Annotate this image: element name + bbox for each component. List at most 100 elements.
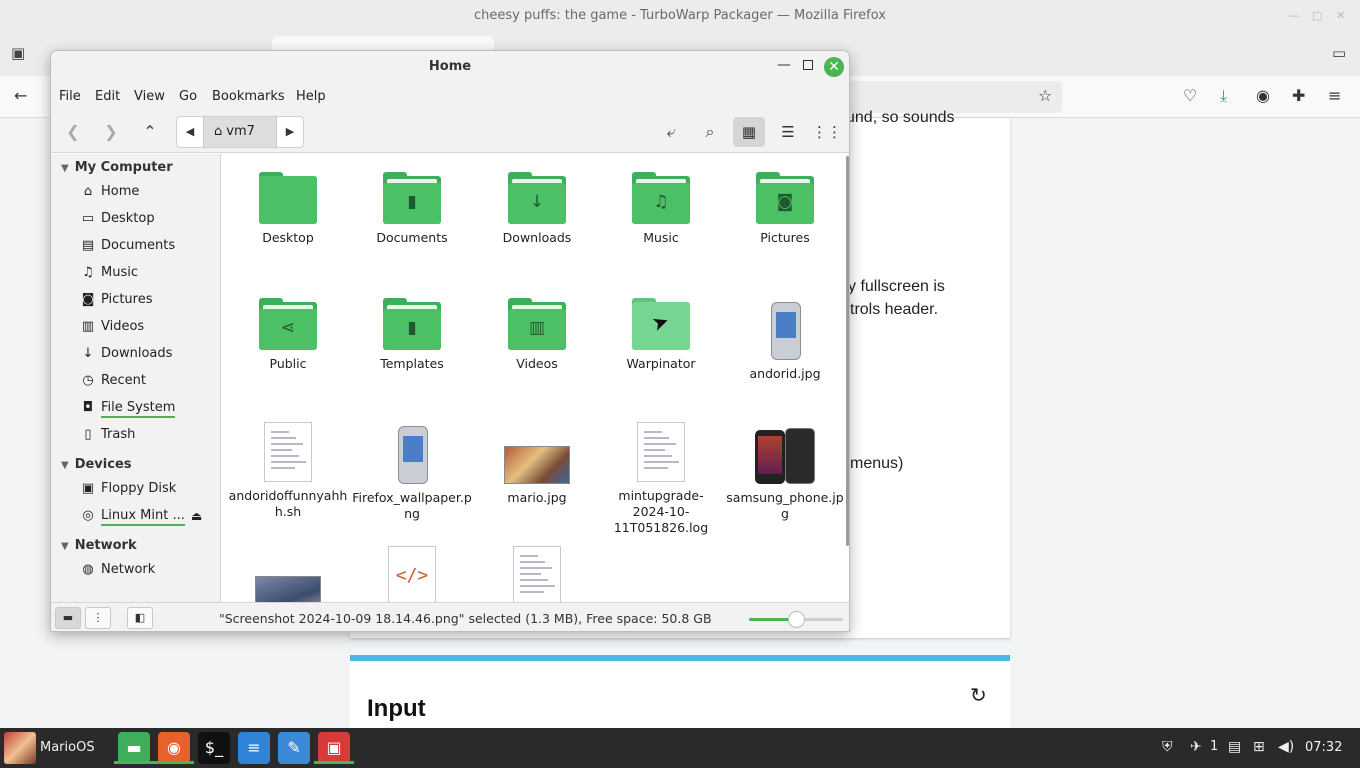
sidebar-section-header[interactable]: ▼ Network: [61, 538, 137, 553]
compact-view-button[interactable]: ⋮⋮: [811, 117, 843, 147]
file-item[interactable]: mintupgrade-2024-10-11T051826.log: [601, 422, 721, 536]
menu-file[interactable]: File: [59, 89, 81, 104]
list-view-button[interactable]: ☰: [772, 117, 804, 147]
file-item[interactable]: ◙ Pictures: [725, 172, 845, 246]
trash-icon: ▯: [84, 427, 92, 442]
sidebar-item[interactable]: ◙ Pictures: [79, 288, 219, 312]
up-button[interactable]: ⌃: [137, 120, 163, 144]
toggle-location-entry-button[interactable]: ⤶: [658, 120, 684, 144]
eject-icon[interactable]: ⏏: [191, 509, 202, 523]
file-item[interactable]: samsung_phone.jpg: [725, 422, 845, 522]
file-item[interactable]: andoridoffunnyahhh.sh: [228, 422, 348, 520]
menu-go[interactable]: Go: [179, 89, 197, 104]
sidebar-item[interactable]: ◷ Recent: [79, 369, 219, 393]
taskbar-drawing-icon[interactable]: ✎: [278, 732, 310, 764]
menu-edit[interactable]: Edit: [95, 89, 120, 104]
sidebar-item-label: Trash: [101, 427, 136, 442]
file-item[interactable]: [228, 546, 348, 602]
sidebar-item-label: Recent: [101, 373, 146, 388]
file-label: Documents: [376, 230, 448, 245]
sidebar-item[interactable]: ◘ File System: [79, 396, 219, 420]
file-item[interactable]: [477, 546, 597, 602]
tab-overview-icon[interactable]: ▣: [11, 44, 25, 62]
clipboard-icon[interactable]: ▤: [1228, 739, 1241, 755]
file-item[interactable]: ▮ Templates: [352, 298, 472, 372]
taskbar-turbowarp-icon[interactable]: ▣: [314, 732, 354, 764]
downloads-icon[interactable]: ⤓: [1220, 88, 1227, 104]
reset-icon[interactable]: ↻: [970, 683, 987, 707]
back-button[interactable]: ❮: [60, 120, 86, 144]
search-button[interactable]: ⌕: [697, 120, 723, 144]
pocket-icon[interactable]: ♡: [1183, 88, 1197, 104]
menu-bookmarks[interactable]: Bookmarks: [212, 89, 285, 104]
file-item[interactable]: ▮ Documents: [352, 172, 472, 246]
sidebar-item[interactable]: ▤ Documents: [79, 234, 219, 258]
sidebar-item-label: Pictures: [101, 292, 153, 307]
forward-button[interactable]: ❯: [98, 120, 124, 144]
show-treeview-button[interactable]: ⋮: [85, 607, 111, 629]
extensions-icon[interactable]: ✚: [1292, 88, 1305, 104]
scrollbar[interactable]: [846, 156, 849, 546]
statusbar: ▬ ⋮ ◧ "Screenshot 2024-10-09 18.14.46.pn…: [51, 602, 849, 631]
file-label: Firefox_wallpaper.png: [352, 490, 472, 521]
taskbar-terminal-icon[interactable]: $_: [198, 732, 230, 764]
image-thumbnail: [751, 428, 819, 484]
sidebar-item[interactable]: ♫ Music: [79, 261, 219, 285]
firefox-close-button[interactable]: ✕: [1336, 9, 1345, 22]
sidebar-item[interactable]: ◍ Network: [79, 558, 219, 582]
file-item[interactable]: ⋖ Public: [228, 298, 348, 372]
hide-sidebar-button[interactable]: ◧: [127, 607, 153, 629]
sidebar-item[interactable]: ▭ Desktop: [79, 207, 219, 231]
file-item[interactable]: Firefox_wallpaper.png: [352, 422, 472, 522]
file-item[interactable]: </>: [352, 546, 472, 602]
path-crumb-home[interactable]: ⌂ vm7: [204, 116, 276, 148]
account-icon[interactable]: ◉: [1256, 88, 1270, 104]
firefox-back-icon[interactable]: ←: [14, 88, 27, 104]
file-item[interactable]: ♫ Music: [601, 172, 721, 246]
sidebar-item[interactable]: ▥ Videos: [79, 315, 219, 339]
taskbar-files-icon[interactable]: ▬: [114, 732, 154, 764]
sidebar-item[interactable]: ▯ Trash: [79, 423, 219, 447]
shield-icon[interactable]: ⛨: [1162, 739, 1173, 755]
bookmark-star-icon[interactable]: ☆: [1038, 88, 1052, 104]
path-scroll-right-button[interactable]: ▶: [276, 116, 304, 148]
folder-icon: [259, 172, 317, 224]
volume-icon[interactable]: ◀): [1278, 739, 1294, 755]
path-scroll-left-button[interactable]: ◀: [176, 116, 204, 148]
file-item[interactable]: ↓ Downloads: [477, 172, 597, 246]
menu-label[interactable]: MarioOS: [40, 740, 95, 755]
file-item[interactable]: mario.jpg: [477, 422, 597, 506]
icon-view-button[interactable]: ▦: [733, 117, 765, 147]
firefox-sidebar-icon[interactable]: ▭: [1332, 44, 1346, 62]
file-manager-titlebar[interactable]: Home — ✕: [51, 51, 849, 83]
menu-view[interactable]: View: [134, 89, 165, 104]
menu-avatar[interactable]: [4, 732, 36, 764]
camera-icon: ◙: [81, 292, 95, 307]
notifications-icon[interactable]: ✈: [1190, 739, 1202, 755]
sidebar-section-header[interactable]: ▼ My Computer: [61, 160, 173, 175]
file-item[interactable]: Desktop: [228, 172, 348, 246]
sidebar-item[interactable]: ⌂ Home: [79, 180, 219, 204]
firefox-minimize-button[interactable]: —: [1288, 9, 1299, 22]
file-item[interactable]: ▥ Videos: [477, 298, 597, 372]
menubar: File Edit View Go Bookmarks Help: [51, 83, 849, 111]
firefox-maximize-button[interactable]: □: [1312, 9, 1322, 22]
app-menu-icon[interactable]: ≡: [1328, 88, 1341, 104]
maximize-button[interactable]: [803, 60, 813, 70]
sidebar-item[interactable]: ▣ Floppy Disk: [79, 477, 219, 501]
close-button[interactable]: ✕: [824, 57, 844, 77]
file-label: andoridoffunnyahhh.sh: [228, 488, 348, 519]
zoom-slider-knob[interactable]: [788, 611, 805, 628]
clock[interactable]: 07:32: [1305, 740, 1342, 755]
file-icon-grid: Desktop ▮ Documents ↓ Downloads ♫ Music ◙ Pictur…: [222, 154, 849, 602]
zoom-slider[interactable]: [749, 611, 843, 628]
show-places-button[interactable]: ▬: [55, 607, 81, 629]
taskbar-firefox-icon[interactable]: ◉: [154, 732, 194, 764]
taskbar-text-editor-icon[interactable]: ≡: [238, 732, 270, 764]
minimize-button[interactable]: —: [777, 57, 791, 73]
sidebar-item[interactable]: ↓ Downloads: [79, 342, 219, 366]
file-item[interactable]: andorid.jpg: [725, 298, 845, 382]
menu-help[interactable]: Help: [296, 89, 326, 104]
sidebar-section-header[interactable]: ▼ Devices: [61, 457, 132, 472]
network-status-icon[interactable]: ⊞: [1253, 739, 1265, 755]
